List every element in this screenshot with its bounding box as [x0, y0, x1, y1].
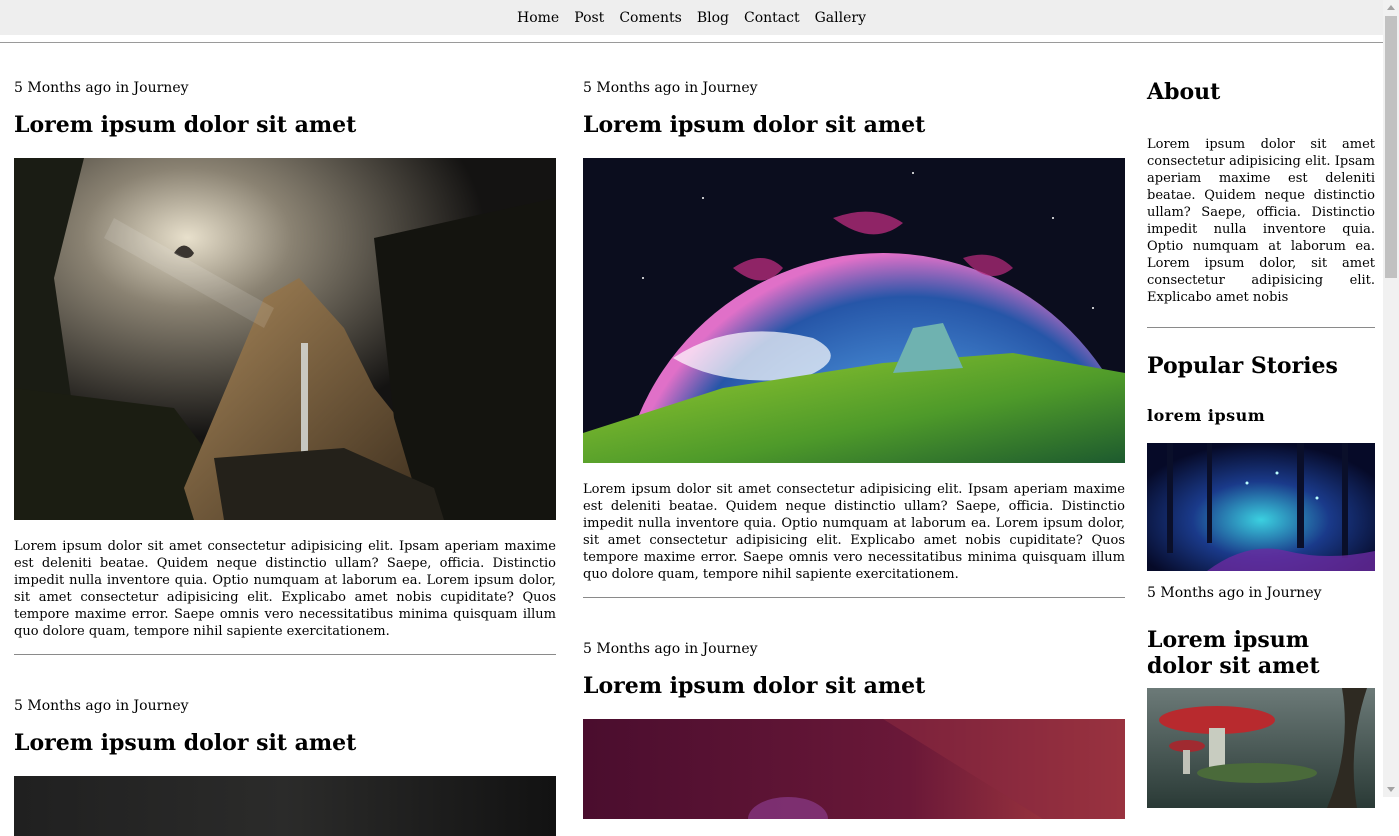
nav-link-coments[interactable]: Coments [619, 10, 682, 26]
sidebar: About Lorem ipsum dolor sit amet consect… [1147, 79, 1375, 808]
story-meta: 5 Months ago in Journey [1147, 585, 1322, 601]
blog-post: 5 Months ago in Journey Lorem ipsum dolo… [583, 640, 1125, 819]
post-image-purple-abstract[interactable] [583, 719, 1125, 819]
post-title[interactable]: Lorem ipsum dolor sit amet [14, 111, 556, 139]
post-title[interactable]: Lorem ipsum dolor sit amet [14, 729, 556, 757]
post-image-planet-hill[interactable] [583, 158, 1125, 463]
vertical-scrollbar[interactable] [1383, 0, 1399, 797]
story-title[interactable]: lorem ipsum [1147, 406, 1375, 426]
middle-post-column: 5 Months ago in Journey Lorem ipsum dolo… [583, 79, 1125, 819]
post-image-dark-forest[interactable] [14, 776, 556, 836]
post-title[interactable]: Lorem ipsum dolor sit amet [583, 111, 1125, 139]
popular-stories-heading: Popular Stories [1147, 353, 1338, 379]
post-excerpt: Lorem ipsum dolor sit amet consectetur a… [14, 539, 556, 639]
scrollbar-thumb[interactable] [1385, 16, 1397, 278]
about-text: Lorem ipsum dolor sit amet consectetur a… [1147, 137, 1375, 305]
story-heading[interactable]: Lorem ipsum dolor sit amet [1147, 627, 1375, 679]
nav-link-post[interactable]: Post [574, 10, 604, 26]
post-meta: 5 Months ago in Journey [14, 698, 189, 714]
nav-link-gallery[interactable]: Gallery [815, 10, 866, 26]
story-image-glowing-forest[interactable] [1147, 443, 1375, 571]
blog-post: 5 Months ago in Journey Lorem ipsum dolo… [583, 79, 1125, 598]
story-image-red-mushrooms[interactable] [1147, 688, 1375, 808]
post-title[interactable]: Lorem ipsum dolor sit amet [583, 672, 1125, 700]
post-excerpt: Lorem ipsum dolor sit amet consectetur a… [583, 482, 1125, 582]
nav-link-blog[interactable]: Blog [697, 10, 729, 26]
scroll-down-arrow-icon[interactable] [1387, 787, 1395, 792]
left-post-column: 5 Months ago in Journey Lorem ipsum dolo… [14, 79, 556, 836]
post-meta: 5 Months ago in Journey [583, 641, 758, 657]
top-navbar: Home Post Coments Blog Contact Gallery [0, 0, 1383, 35]
nav-divider [0, 42, 1383, 43]
post-meta: 5 Months ago in Journey [14, 80, 189, 96]
post-meta: 5 Months ago in Journey [583, 80, 758, 96]
scroll-up-arrow-icon[interactable] [1387, 5, 1395, 10]
post-image-fantasy-waterfall[interactable] [14, 158, 556, 520]
nav-link-home[interactable]: Home [517, 10, 559, 26]
blog-post: 5 Months ago in Journey Lorem ipsum dolo… [14, 79, 556, 655]
blog-post: 5 Months ago in Journey Lorem ipsum dolo… [14, 697, 556, 836]
nav-link-contact[interactable]: Contact [744, 10, 800, 26]
about-heading: About [1147, 79, 1221, 105]
